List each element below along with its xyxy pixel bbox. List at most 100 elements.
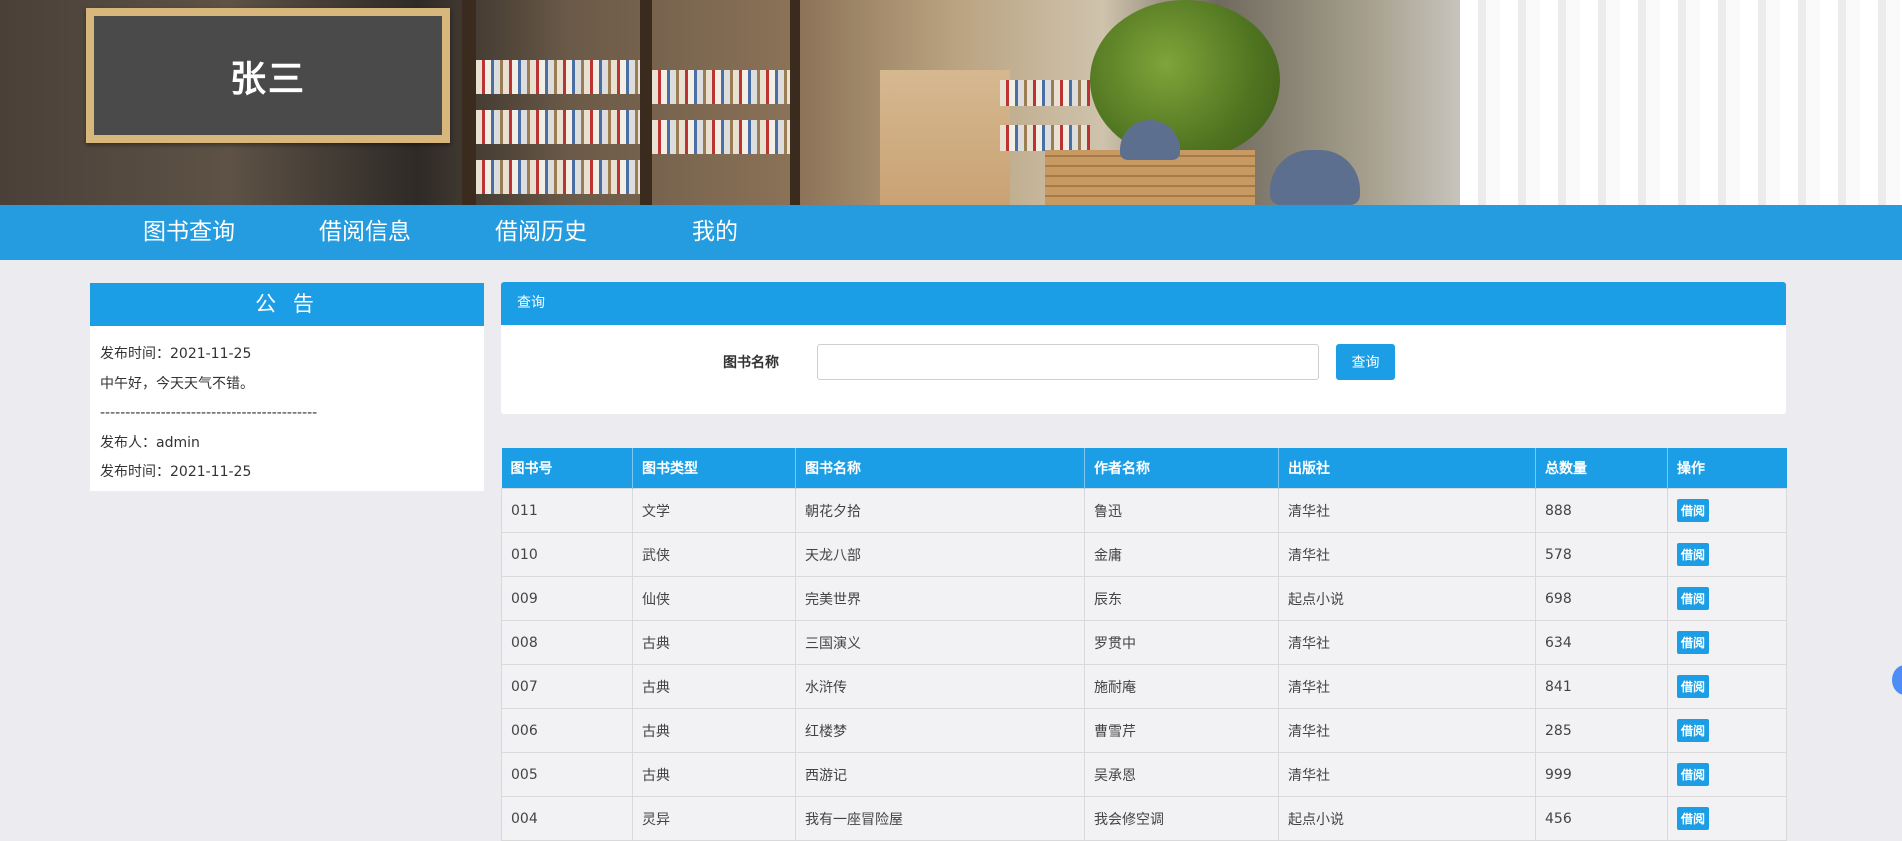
notice-publisher: 发布人：admin	[100, 434, 200, 451]
nav-item-book-search[interactable]: 图书查询	[143, 205, 235, 260]
borrow-button[interactable]: 借阅	[1677, 719, 1710, 742]
total-cell: 999	[1535, 752, 1668, 797]
author-cell: 金庸	[1084, 532, 1279, 577]
notice-body: 发布时间：2021-11-25 中午好，今天天气不错。 ------------…	[90, 326, 484, 488]
notice-content: 中午好，今天天气不错。	[100, 375, 254, 392]
action-cell: 借阅	[1667, 576, 1787, 621]
banner-books	[1000, 125, 1090, 151]
table-row: 005 古典 西游记 吴承恩 清华社 999 借阅	[501, 752, 1787, 797]
banner-curtain	[1460, 0, 1902, 205]
book-name-cell: 天龙八部	[795, 532, 1085, 577]
publisher-cell: 清华社	[1278, 664, 1536, 709]
banner-chair	[1270, 150, 1360, 205]
notice-publish-time: 发布时间：2021-11-25	[100, 464, 252, 480]
col-header-book-type: 图书类型	[632, 448, 796, 489]
nav-item-borrow-history[interactable]: 借阅历史	[495, 205, 587, 260]
book-type-cell: 武侠	[632, 532, 796, 577]
banner-books	[476, 60, 640, 94]
author-cell: 施耐庵	[1084, 664, 1279, 709]
nav-item-borrow-info[interactable]: 借阅信息	[319, 205, 411, 260]
total-cell: 285	[1535, 708, 1668, 753]
notice-title: 公 告	[90, 283, 484, 326]
borrow-button[interactable]: 借阅	[1677, 675, 1710, 698]
action-cell: 借阅	[1667, 664, 1787, 709]
col-header-book-name: 图书名称	[795, 448, 1085, 489]
banner-floor	[880, 70, 1010, 205]
author-cell: 罗贯中	[1084, 620, 1279, 665]
col-header-total: 总数量	[1535, 448, 1668, 489]
table-row: 009 仙侠 完美世界 辰东 起点小说 698 借阅	[501, 576, 1787, 621]
col-header-book-id: 图书号	[501, 448, 633, 489]
banner-shelf	[640, 0, 652, 205]
book-type-cell: 灵异	[632, 796, 796, 841]
table-row: 004 灵异 我有一座冒险屋 我会修空调 起点小说 456 借阅	[501, 796, 1787, 841]
book-name-label: 图书名称	[723, 355, 779, 371]
book-name-cell: 三国演义	[795, 620, 1085, 665]
main-nav: 图书查询 借阅信息 借阅历史 我的	[0, 205, 1902, 260]
query-button[interactable]: 查询	[1336, 344, 1395, 380]
table-row: 007 古典 水浒传 施耐庵 清华社 841 借阅	[501, 664, 1787, 709]
name-blackboard: 张三	[86, 8, 450, 143]
banner-books	[476, 110, 640, 144]
publisher-cell: 起点小说	[1278, 796, 1536, 841]
total-cell: 578	[1535, 532, 1668, 577]
publisher-cell: 清华社	[1278, 532, 1536, 577]
banner-books	[652, 120, 790, 154]
book-id-cell: 010	[501, 532, 633, 577]
author-cell: 吴承恩	[1084, 752, 1279, 797]
table-row: 008 古典 三国演义 罗贯中 清华社 634 借阅	[501, 620, 1787, 665]
publisher-cell: 清华社	[1278, 488, 1536, 533]
book-id-cell: 011	[501, 488, 633, 533]
action-cell: 借阅	[1667, 752, 1787, 797]
banner-books	[476, 160, 640, 194]
book-type-cell: 古典	[632, 752, 796, 797]
borrow-button[interactable]: 借阅	[1677, 499, 1710, 522]
query-title: 查询	[501, 282, 1786, 325]
floating-action-icon[interactable]	[1892, 665, 1902, 695]
table-row: 010 武侠 天龙八部 金庸 清华社 578 借阅	[501, 532, 1787, 577]
nav-item-mine[interactable]: 我的	[692, 205, 738, 260]
book-type-cell: 古典	[632, 620, 796, 665]
publisher-cell: 起点小说	[1278, 576, 1536, 621]
book-type-cell: 仙侠	[632, 576, 796, 621]
book-id-cell: 007	[501, 664, 633, 709]
query-panel: 查询 图书名称 查询	[501, 282, 1786, 414]
author-cell: 鲁迅	[1084, 488, 1279, 533]
banner-books	[652, 70, 790, 104]
book-table: 图书号 图书类型 图书名称 作者名称 出版社 总数量 操作 011 文学 朝花夕拾鲁…	[501, 448, 1787, 841]
author-cell: 我会修空调	[1084, 796, 1279, 841]
notice-publish-time: 发布时间：2021-11-25	[100, 346, 252, 362]
table-row: 011 文学 朝花夕拾 鲁迅 清华社 888 借阅	[501, 488, 1787, 533]
book-name-cell: 西游记	[795, 752, 1085, 797]
book-id-cell: 005	[501, 752, 633, 797]
book-id-cell: 004	[501, 796, 633, 841]
user-name: 张三	[229, 58, 306, 100]
book-name-cell: 完美世界	[795, 576, 1085, 621]
banner-books	[1000, 80, 1090, 106]
borrow-button[interactable]: 借阅	[1677, 587, 1710, 610]
borrow-button[interactable]: 借阅	[1677, 807, 1710, 830]
book-id-cell: 006	[501, 708, 633, 753]
book-id-cell: 009	[501, 576, 633, 621]
total-cell: 456	[1535, 796, 1668, 841]
action-cell: 借阅	[1667, 532, 1787, 577]
col-header-author: 作者名称	[1084, 448, 1279, 489]
notice-divider: ----------------------------------------…	[100, 405, 318, 421]
action-cell: 借阅	[1667, 796, 1787, 841]
total-cell: 698	[1535, 576, 1668, 621]
book-table-header: 图书号 图书类型 图书名称 作者名称 出版社 总数量 操作	[501, 448, 1787, 489]
book-name-cell: 水浒传	[795, 664, 1085, 709]
borrow-button[interactable]: 借阅	[1677, 543, 1710, 566]
notice-panel: 公 告 发布时间：2021-11-25 中午好，今天天气不错。 --------…	[90, 283, 484, 491]
banner-shelf	[462, 0, 476, 205]
publisher-cell: 清华社	[1278, 708, 1536, 753]
borrow-button[interactable]: 借阅	[1677, 763, 1710, 786]
banner-plant	[1090, 0, 1280, 160]
col-header-action: 操作	[1667, 448, 1787, 489]
book-name-input[interactable]	[817, 344, 1319, 380]
book-id-cell: 008	[501, 620, 633, 665]
banner-shelf	[790, 0, 800, 205]
action-cell: 借阅	[1667, 488, 1787, 533]
table-row: 006 古典 红楼梦 曹雪芹 清华社 285 借阅	[501, 708, 1787, 753]
borrow-button[interactable]: 借阅	[1677, 631, 1710, 654]
